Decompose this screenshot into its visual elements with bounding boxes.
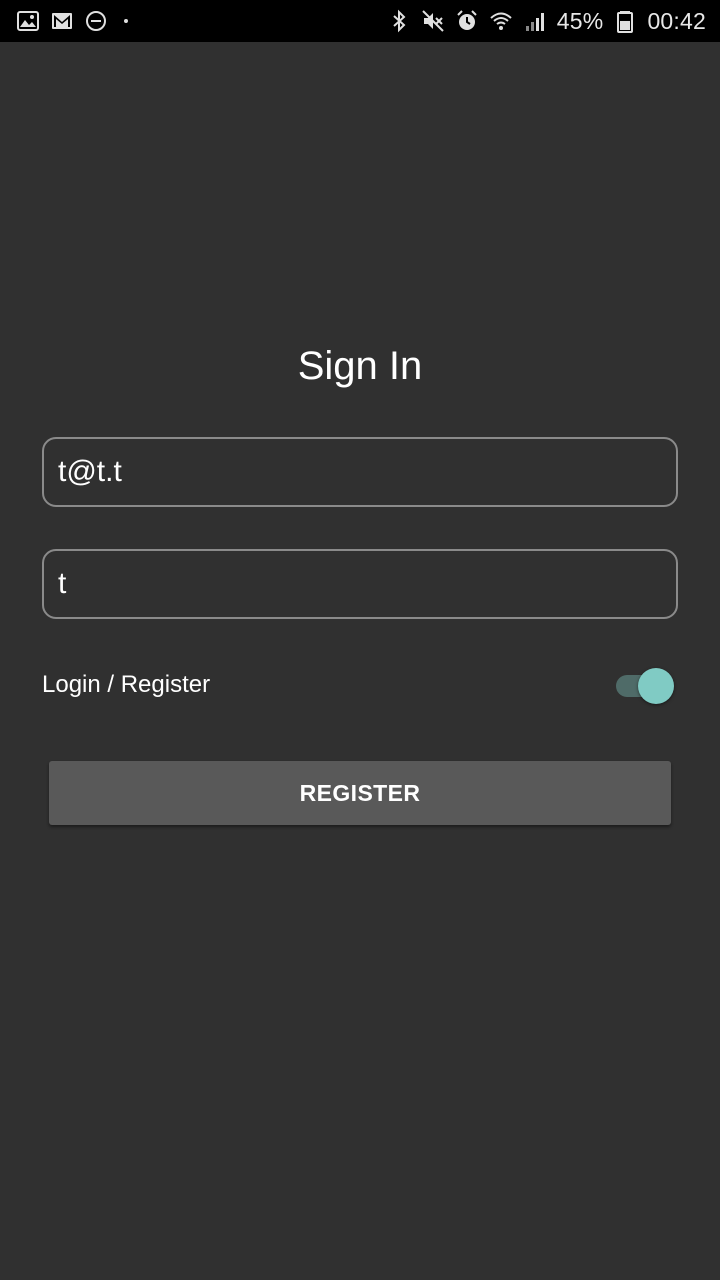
login-register-toggle-row: Login / Register	[42, 664, 678, 706]
sign-in-screen: Sign In t@t.t t Login / Register REGISTE…	[0, 42, 720, 1280]
register-button[interactable]: REGISTER	[49, 761, 671, 825]
battery-percent: 45%	[556, 7, 604, 34]
wifi-icon	[489, 9, 513, 33]
email-field-value: t@t.t	[58, 455, 122, 488]
page-title: Sign In	[297, 344, 423, 388]
password-field-value: t	[58, 567, 67, 600]
alarm-icon	[455, 9, 479, 33]
gmail-icon	[50, 9, 74, 33]
login-register-switch[interactable]	[614, 667, 674, 704]
bluetooth-icon	[387, 9, 411, 33]
dot-icon	[124, 19, 128, 23]
status-bar-system: 45% 00:42	[387, 8, 706, 35]
image-icon	[16, 9, 40, 33]
email-field[interactable]: t@t.t	[42, 437, 678, 507]
password-field[interactable]: t	[42, 549, 678, 619]
toggle-label: Login / Register	[42, 671, 211, 698]
status-bar: 45% 00:42	[0, 0, 720, 42]
mute-icon	[421, 9, 445, 33]
signal-icon	[523, 9, 547, 33]
battery-icon	[613, 9, 637, 33]
switch-thumb	[638, 668, 674, 704]
do-not-disturb-icon	[84, 9, 108, 33]
status-bar-notifications	[16, 9, 128, 33]
clock: 00:42	[647, 7, 706, 34]
